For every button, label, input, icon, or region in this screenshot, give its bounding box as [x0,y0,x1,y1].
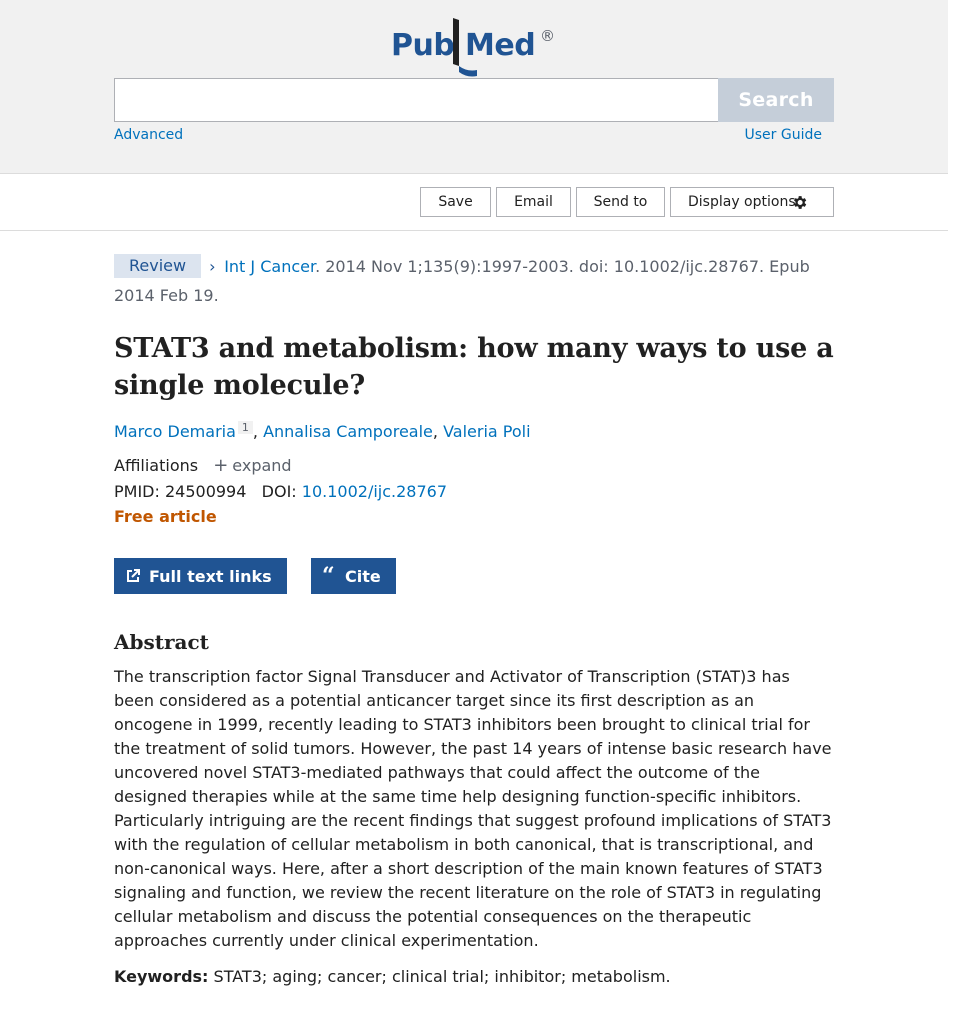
email-button[interactable]: Email [496,187,571,217]
cite-button[interactable]: “ Cite [311,558,396,594]
article-main: Review › Int J Cancer. 2014 Nov 1;135(9):… [114,252,834,989]
doi-label: DOI: [261,482,302,501]
logo-med-text: Med [465,28,536,63]
chevron-right-icon: › [209,257,216,276]
external-link-icon [127,569,140,582]
cite-label: Cite [345,566,381,586]
article-actions: Full text links “ Cite [114,558,834,594]
keywords-list: STAT3; aging; cancer; clinical trial; in… [213,967,671,986]
journal-link[interactable]: Int J Cancer [224,257,315,276]
author-list: Marco Demaria 1, Annalisa Camporeale, Val… [114,421,834,441]
author-link[interactable]: Valeria Poli [443,422,530,441]
save-button[interactable]: Save [420,187,491,217]
full-text-links-button[interactable]: Full text links [114,558,287,594]
logo-registered-mark: ® [540,27,555,45]
identifiers-row: PMID: 24500994 DOI: 10.1002/ijc.28767 [114,482,834,501]
plus-icon[interactable]: + [213,455,228,476]
author-link[interactable]: Annalisa Camporeale [263,422,433,441]
display-options-button[interactable]: Display options [670,187,834,217]
quote-icon: “ [322,563,335,589]
user-guide-link[interactable]: User Guide [745,127,822,143]
citation-text: . 2014 Nov 1;135(9):1997-2003. doi: 10.1… [114,257,810,305]
abstract-heading: Abstract [114,630,209,654]
search-button[interactable]: Search [718,78,834,122]
display-options-label: Display options [688,194,796,210]
author-separator: , [432,422,444,441]
article-title: STAT3 and metabolism: how many ways to u… [114,333,834,401]
keywords-row: Keywords: STAT3; aging; cancer; clinical… [114,965,834,989]
article-toolbar: Save Email Send to Display options [0,175,948,231]
search-input[interactable] [114,78,719,122]
pubmed-logo[interactable]: Pub Med ® [391,18,561,78]
affiliations-label: Affiliations [114,456,199,475]
affiliations-row: Affiliations + expand [114,455,834,476]
free-article-label: Free article [114,507,217,526]
doi-link[interactable]: 10.1002/ijc.28767 [302,482,447,501]
expand-affiliations-button[interactable]: expand [232,456,291,475]
abstract-text: The transcription factor Signal Transduc… [114,667,832,950]
pmid-label: PMID: 24500994 [114,482,247,501]
citation-line: Review › Int J Cancer. 2014 Nov 1;135(9):… [114,252,834,310]
advanced-search-link[interactable]: Advanced [114,127,183,143]
logo-pub-text: Pub [391,28,455,63]
author-separator: , [252,422,264,441]
article-type-badge: Review [114,254,202,278]
affiliation-superscript[interactable]: 1 [237,421,253,434]
full-text-links-label: Full text links [149,566,272,586]
gear-icon [794,196,807,209]
send-to-button[interactable]: Send to [576,187,665,217]
keywords-label: Keywords: [114,967,209,986]
search-header: Pub Med ® Search Advanced User Guide [0,0,948,174]
author-link[interactable]: Marco Demaria [114,422,236,441]
